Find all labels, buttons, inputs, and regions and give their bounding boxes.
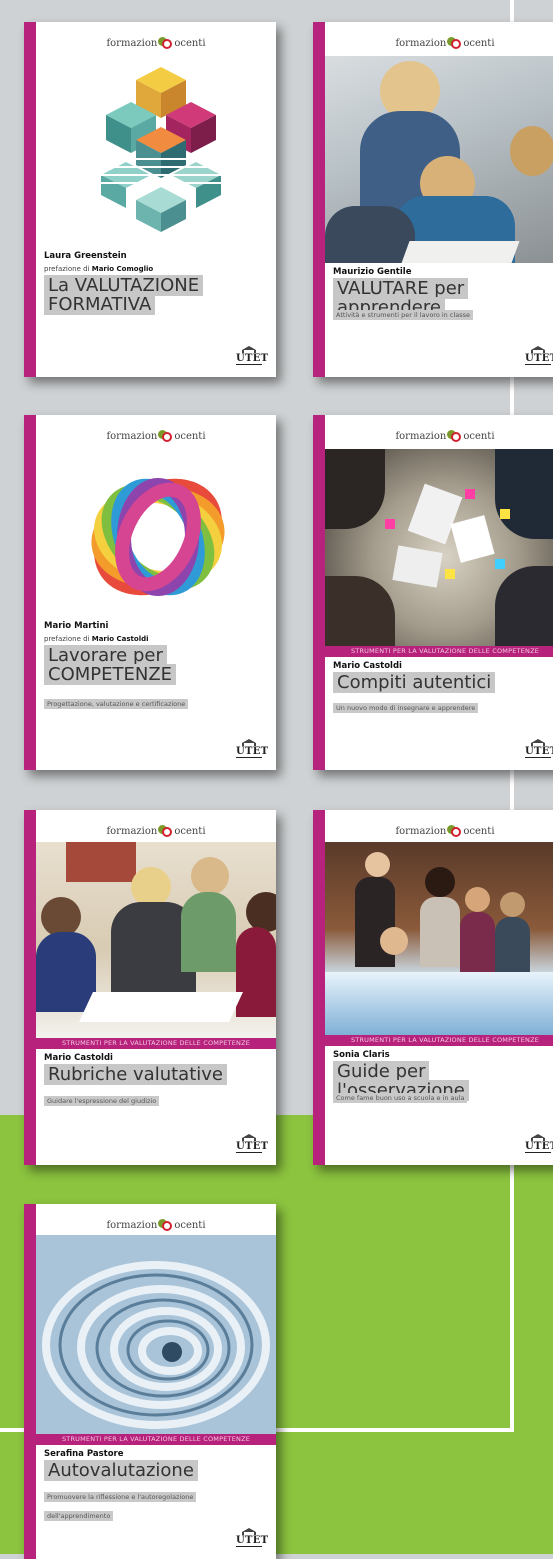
cover-spine [24,1204,36,1559]
book-subtitle: Promuovere la riflessione e l'autoregola… [44,1486,224,1524]
cover-spine [313,22,325,377]
series-band: STRUMENTI PER LA VALUTAZIONE DELLE COMPE… [325,646,553,657]
ed-logo-icon [158,36,173,51]
spiral-staircase-photo [36,1235,276,1434]
utet-logo: UTET [236,1528,268,1547]
series-logo: formazion ocenti [106,429,206,444]
book-preface: prefazione di Mario Comoglio [44,265,154,273]
book-title: Lavorare per COMPETENZE [44,645,244,685]
book-title: Autovalutazione [44,1460,272,1481]
book-author: Laura Greenstein [44,251,127,261]
book-subtitle: Un nuovo modo di insegnare e apprendere [333,697,553,716]
ed-logo-icon [158,1218,173,1233]
cover-spine [24,22,36,377]
cover-spine [313,810,325,1165]
book-author: Mario Castoldi [333,661,402,671]
book-title: Rubriche valutative [44,1064,272,1085]
book-cover-valutare-per-apprendere[interactable]: formazion ocenti Maurizio Gentile VALUTAR… [313,22,553,377]
series-logo: formazion ocenti [395,36,495,51]
book-author: Maurizio Gentile [333,267,412,277]
women-meeting-photo [36,842,276,1038]
book-subtitle: Attività e strumenti per il lavoro in cl… [333,304,553,323]
ed-logo-icon [158,429,173,444]
rainbow-ribbon-sphere-illustration [91,478,225,596]
utet-logo: UTET [525,1134,553,1153]
series-band: STRUMENTI PER LA VALUTAZIONE DELLE COMPE… [325,1035,553,1046]
series-logo: formazion ocenti [106,36,206,51]
ed-logo-icon [447,36,462,51]
series-logo: formazion ocenti [106,824,206,839]
cover-spine [24,810,36,1165]
book-author: Serafina Pastore [44,1449,124,1459]
cover-spine [24,415,36,770]
utet-logo: UTET [525,346,553,365]
children-touch-table-photo [325,842,553,1035]
utet-logo: UTET [525,739,553,758]
group-worktable-photo [325,449,553,646]
book-preface: prefazione di Mario Castoldi [44,635,149,643]
series-logo: formazion ocenti [106,1218,206,1233]
book-subtitle: Come fame buon uso a scuola e in aula [333,1087,553,1106]
book-cover-lavorare-per-competenze[interactable]: formazion ocenti Mario Martini prefazione… [24,415,276,770]
book-author: Sonia Claris [333,1050,390,1060]
utet-logo: UTET [236,346,268,365]
book-subtitle: Progettazione, valutazione e certificazi… [44,693,268,712]
book-cover-valutazione-formativa[interactable]: formazion ocenti Laura Greenstein prefazi… [24,22,276,377]
book-cover-autovalutazione[interactable]: formazion ocenti STRUMENTI PER LA VALUTAZ… [24,1204,276,1559]
book-author: Mario Castoldi [44,1053,113,1063]
cover-spine [313,415,325,770]
book-title: La VALUTAZIONE FORMATIVA [44,275,204,315]
book-title: Compiti autentici [333,672,553,693]
utet-logo: UTET [236,739,268,758]
series-logo: formazion ocenti [395,429,495,444]
ed-logo-icon [447,824,462,839]
series-band: STRUMENTI PER LA VALUTAZIONE DELLE COMPE… [36,1038,276,1049]
utet-logo: UTET [236,1134,268,1153]
ed-logo-icon [447,429,462,444]
book-cover-compiti-autentici[interactable]: formazion ocenti STRUMENTI PER LA VALUTAZ… [313,415,553,770]
series-band: STRUMENTI PER LA VALUTAZIONE DELLE COMPE… [36,1434,276,1445]
book-cover-guide-per-osservazione[interactable]: formazion ocenti STRUMENTI PER LA VALUTAZ… [313,810,553,1165]
isometric-cubes-illustration [96,67,226,232]
book-author: Mario Martini [44,621,109,631]
book-cover-rubriche-valutative[interactable]: formazion ocenti STRUMENTI PER LA VALUTAZ… [24,810,276,1165]
book-subtitle: Guidare l'espressione del giudizio [44,1090,268,1109]
teacher-and-students-photo [325,56,553,263]
ed-logo-icon [158,824,173,839]
series-logo: formazion ocenti [395,824,495,839]
